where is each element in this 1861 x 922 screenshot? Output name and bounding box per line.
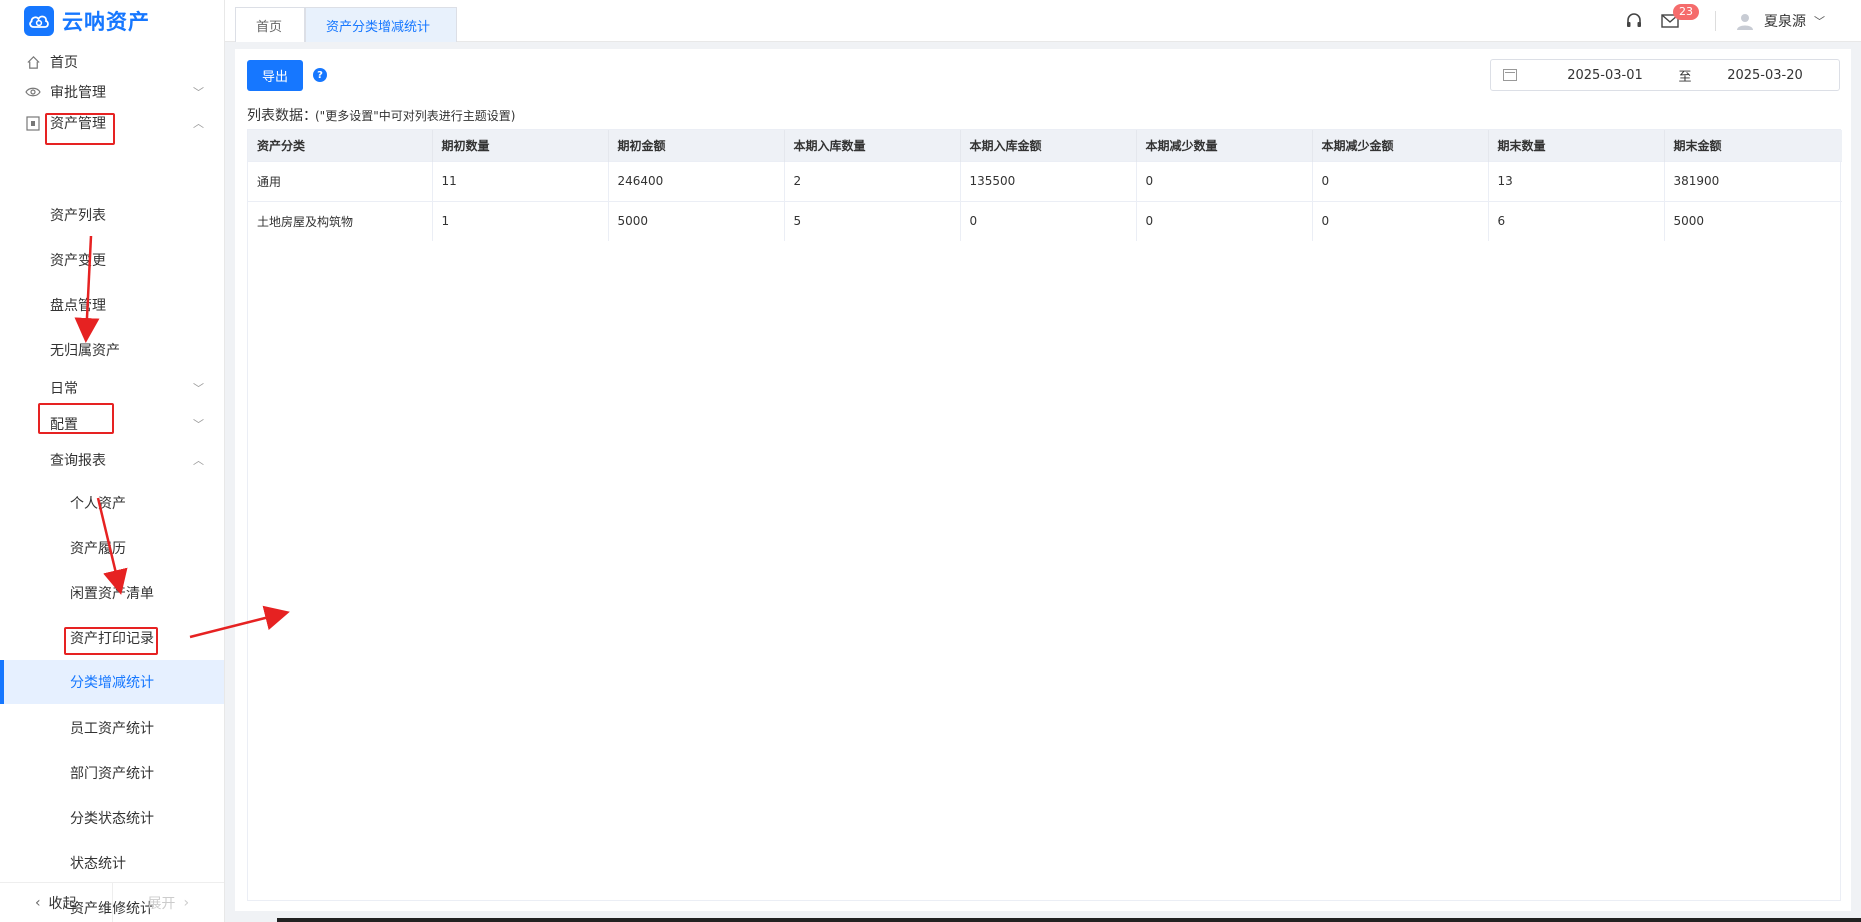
annotation-arrow <box>74 235 100 343</box>
annotation-arrows <box>74 235 290 639</box>
annotation-arrow <box>189 605 290 639</box>
window-bottom-edge <box>277 918 1861 922</box>
annotation-arrow <box>96 497 128 595</box>
